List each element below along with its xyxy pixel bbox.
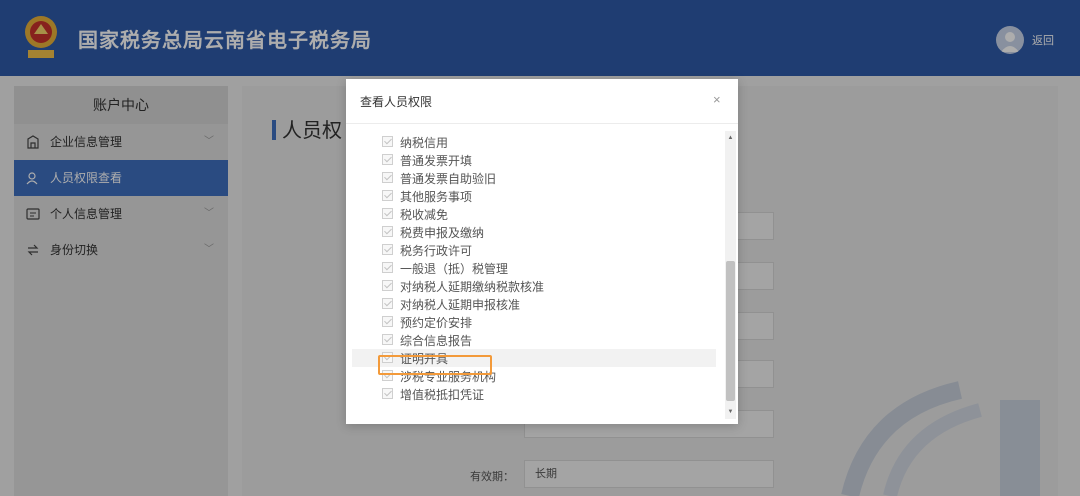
scroll-down-arrow-icon[interactable]: ▼ (725, 407, 736, 417)
divider (346, 123, 738, 124)
list-item[interactable]: 对纳税人延期缴纳税款核准 (352, 277, 716, 295)
checkbox[interactable] (382, 136, 393, 147)
permission-label: 普通发票开填 (400, 154, 473, 168)
list-item[interactable]: 预约定价安排 (352, 313, 716, 331)
permission-label: 税费申报及缴纳 (400, 226, 485, 240)
checkbox[interactable] (382, 298, 393, 309)
permission-label: 对纳税人延期申报核准 (400, 298, 521, 312)
list-item[interactable]: 其他服务事项 (352, 187, 716, 205)
permission-label: 纳税信用 (400, 136, 449, 150)
permission-label: 一般退（抵）税管理 (400, 262, 509, 276)
list-item[interactable]: 普通发票自助验旧 (352, 169, 716, 187)
list-item[interactable]: 一般退（抵）税管理 (352, 259, 716, 277)
scrollbar[interactable]: ▲ ▼ (725, 131, 736, 419)
list-item[interactable]: 税费申报及缴纳 (352, 223, 716, 241)
modal-title: 查看人员权限 (360, 95, 433, 109)
permission-label: 普通发票自助验旧 (400, 172, 497, 186)
checkbox[interactable] (382, 388, 393, 399)
scrollbar-thumb[interactable] (726, 261, 735, 401)
permission-label: 对纳税人延期缴纳税款核准 (400, 280, 545, 294)
list-item[interactable]: 对纳税人延期申报核准 (352, 295, 716, 313)
annotation-highlight-box (378, 355, 492, 375)
checkbox[interactable] (382, 190, 393, 201)
close-icon[interactable]: × (713, 92, 721, 107)
checkbox[interactable] (382, 334, 393, 345)
scroll-up-arrow-icon[interactable]: ▲ (725, 133, 736, 143)
checkbox[interactable] (382, 262, 393, 273)
permission-label: 税务行政许可 (400, 244, 473, 258)
list-item[interactable]: 税收减免 (352, 205, 716, 223)
list-item[interactable]: 普通发票开填 (352, 151, 716, 169)
permission-label: 税收减免 (400, 208, 449, 222)
permission-label: 其他服务事项 (400, 190, 473, 204)
checkbox[interactable] (382, 226, 393, 237)
permission-label: 预约定价安排 (400, 316, 473, 330)
list-item[interactable]: 纳税信用 (352, 133, 716, 151)
list-item[interactable]: 综合信息报告 (352, 331, 716, 349)
checkbox[interactable] (382, 172, 393, 183)
checkbox[interactable] (382, 154, 393, 165)
list-item[interactable]: 增值税抵扣凭证 (352, 385, 716, 403)
permission-list: 纳税信用 普通发票开填 普通发票自助验旧 其他服务事项 税收减免 税费申报及缴纳… (346, 131, 722, 421)
checkbox[interactable] (382, 244, 393, 255)
list-item[interactable]: 税务行政许可 (352, 241, 716, 259)
checkbox[interactable] (382, 316, 393, 327)
permission-label: 增值税抵扣凭证 (400, 388, 485, 402)
checkbox[interactable] (382, 280, 393, 291)
checkbox[interactable] (382, 208, 393, 219)
permission-label: 综合信息报告 (400, 334, 473, 348)
